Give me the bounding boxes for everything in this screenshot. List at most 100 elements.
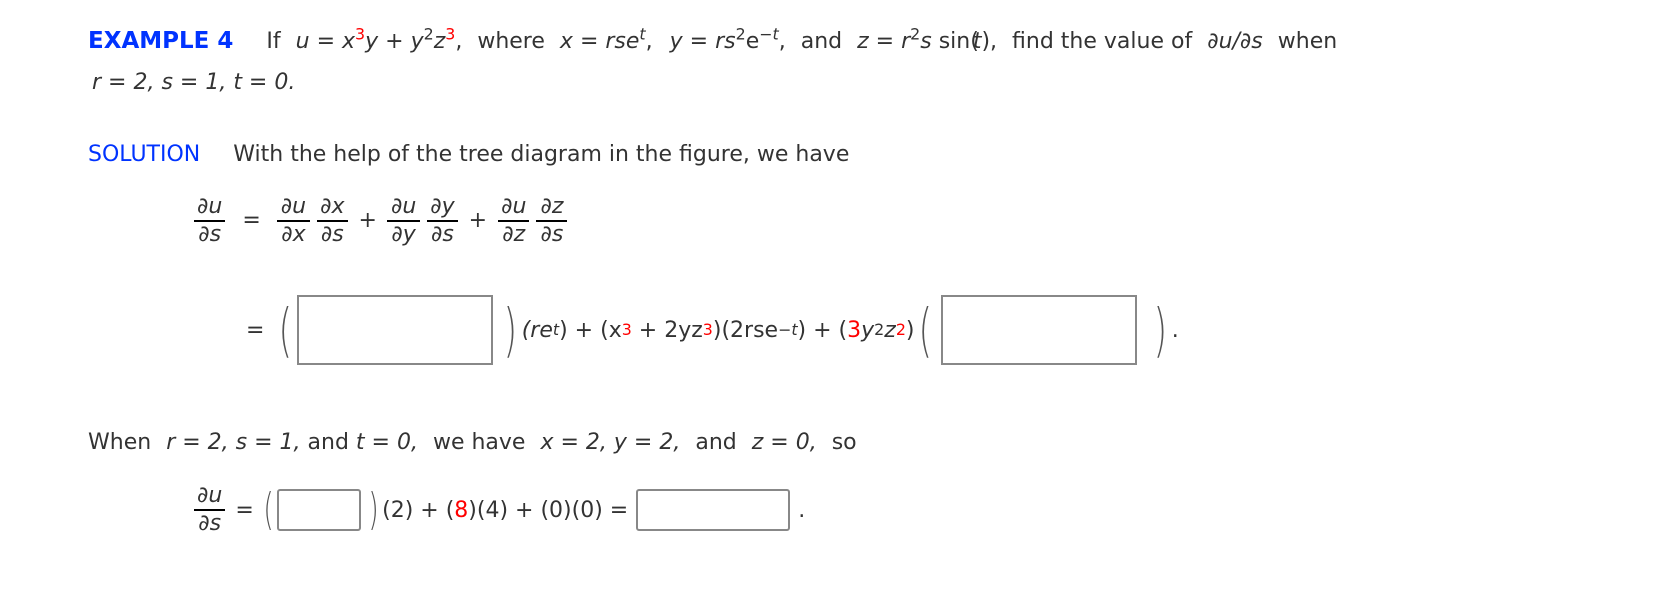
expr-4-plus-0: )(4) + (0)(0) = bbox=[468, 497, 629, 523]
expr-plus: ) + ( bbox=[797, 317, 848, 343]
plus-sign: + bbox=[358, 208, 377, 233]
x-value: x = 2, bbox=[540, 430, 607, 455]
fraction-du-dy: ∂u ∂y bbox=[387, 194, 420, 248]
open-paren: ( bbox=[278, 296, 293, 364]
close-paren: ) bbox=[368, 484, 379, 535]
expr-rse: rse bbox=[605, 29, 640, 54]
example-statement: EXAMPLE 4 If u = x3y + y2z3, where x = r… bbox=[88, 26, 1338, 54]
period: . bbox=[1171, 317, 1179, 343]
fraction-du-dx: ∂u ∂x bbox=[277, 194, 310, 248]
fraction-dy-ds: ∂y ∂s bbox=[426, 194, 458, 248]
expr-2yz: + 2yz bbox=[631, 317, 703, 343]
r-value: r = 2, bbox=[166, 430, 229, 455]
exp-neg-t: −t bbox=[759, 24, 779, 44]
numerator: ∂z bbox=[540, 194, 564, 219]
comma: , bbox=[990, 29, 998, 54]
eq-sign: = bbox=[689, 29, 709, 54]
text-and: and bbox=[307, 430, 349, 455]
text-and: and bbox=[695, 430, 737, 455]
answer-input-value-1[interactable] bbox=[276, 489, 361, 531]
y-value: y = 2, bbox=[613, 430, 681, 455]
var-z: z bbox=[433, 29, 446, 54]
eq-sign: = bbox=[235, 497, 254, 523]
eq-sign: = bbox=[579, 29, 599, 54]
value-8: 8 bbox=[454, 497, 469, 523]
denominator: ∂s bbox=[427, 220, 458, 248]
text-find: find the value of bbox=[1012, 29, 1193, 54]
exp-2: 2 bbox=[423, 24, 434, 44]
var-y: y bbox=[669, 29, 683, 54]
var-u: u bbox=[295, 29, 310, 54]
expr-rs: rs bbox=[715, 29, 736, 54]
denominator: ∂s bbox=[194, 220, 226, 248]
var-x: x bbox=[559, 29, 573, 54]
expr-plus-x: ) + (x bbox=[559, 317, 622, 343]
chain-rule-equation: ∂u ∂s = ∂u ∂x ∂x ∂s + ∂u ∂y ∂y ∂s + ∂u ∂z ∂z ∂s bbox=[190, 194, 570, 248]
t-value: t = 0, bbox=[355, 430, 418, 455]
var-x: x bbox=[342, 29, 356, 54]
s-value: s = 1, bbox=[235, 430, 301, 455]
eq-sign: = bbox=[242, 208, 261, 233]
eq-sign: = bbox=[875, 29, 895, 54]
answer-input-result[interactable] bbox=[636, 489, 791, 531]
var-y: y bbox=[410, 29, 424, 54]
eq-sign: = bbox=[316, 29, 335, 54]
text-when: When bbox=[88, 430, 152, 455]
plus-sign: + bbox=[385, 29, 404, 54]
denominator: ∂s bbox=[316, 220, 348, 248]
exp-2: 2 bbox=[735, 24, 746, 44]
comma: , bbox=[455, 29, 463, 54]
example-label: EXAMPLE 4 bbox=[88, 28, 234, 54]
comma: , bbox=[778, 29, 786, 54]
exp-3: 3 bbox=[445, 24, 456, 44]
coef-3: 3 bbox=[847, 317, 862, 343]
numerator: ∂u bbox=[501, 194, 527, 219]
var-r: r bbox=[901, 29, 911, 54]
open-paren: ( bbox=[919, 296, 933, 364]
close-paren: ) bbox=[905, 317, 915, 343]
close-paren: ) bbox=[503, 296, 518, 364]
solution-intro: SOLUTION With the help of the tree diagr… bbox=[88, 142, 849, 167]
solution-text: With the help of the tree diagram in the… bbox=[233, 142, 850, 167]
fraction-dx-ds: ∂x ∂s bbox=[316, 194, 348, 248]
answer-input-du-dx[interactable] bbox=[297, 295, 494, 365]
fraction-du-dz: ∂u ∂z bbox=[497, 194, 530, 248]
numerator: ∂x bbox=[320, 194, 345, 219]
const-e: e bbox=[745, 29, 760, 54]
numerator: ∂u bbox=[390, 194, 417, 219]
var-y: y bbox=[861, 317, 875, 343]
open-paren: ( bbox=[263, 484, 274, 535]
denominator: ∂x bbox=[277, 220, 310, 248]
plus-sign: + bbox=[468, 208, 488, 233]
z-value: z = 0, bbox=[751, 430, 817, 455]
eq-sign: = bbox=[246, 317, 265, 343]
answer-input-dz-ds[interactable] bbox=[941, 295, 1138, 365]
fraction-dz-ds: ∂z ∂s bbox=[536, 194, 568, 248]
close-paren: ) bbox=[1153, 296, 1168, 364]
var-z: z bbox=[884, 317, 896, 343]
exp-3: 3 bbox=[355, 24, 366, 44]
text-so: so bbox=[831, 430, 857, 455]
denominator: ∂z bbox=[498, 220, 530, 248]
numerator: ∂u bbox=[197, 194, 223, 219]
var-y: y bbox=[365, 29, 379, 54]
solution-label: SOLUTION bbox=[88, 142, 201, 167]
numerator: ∂u bbox=[280, 194, 307, 219]
given-values: r = 2, s = 1, t = 0. bbox=[92, 70, 296, 95]
denominator: ∂s bbox=[194, 509, 226, 537]
text-where: where bbox=[477, 29, 545, 54]
text-if: If bbox=[266, 29, 281, 54]
expr-re: (re bbox=[521, 317, 553, 343]
fraction-du-ds: ∂u ∂s bbox=[193, 483, 226, 537]
numerator: ∂y bbox=[430, 194, 455, 219]
var-s: s bbox=[920, 29, 932, 54]
text-when: when bbox=[1277, 29, 1338, 54]
fraction-du-ds: ∂u ∂s bbox=[193, 194, 226, 248]
close-paren: ) bbox=[981, 29, 991, 54]
exp-2: 2 bbox=[910, 24, 921, 44]
text-we-have: we have bbox=[432, 430, 526, 455]
text-and: and bbox=[800, 29, 843, 54]
expansion-equation: = ( ) (re t ) + (x 3 + 2yz 3 )(2rse −t ) + (… bbox=[246, 295, 1179, 365]
var-z: z bbox=[857, 29, 869, 54]
denominator: ∂y bbox=[387, 220, 420, 248]
